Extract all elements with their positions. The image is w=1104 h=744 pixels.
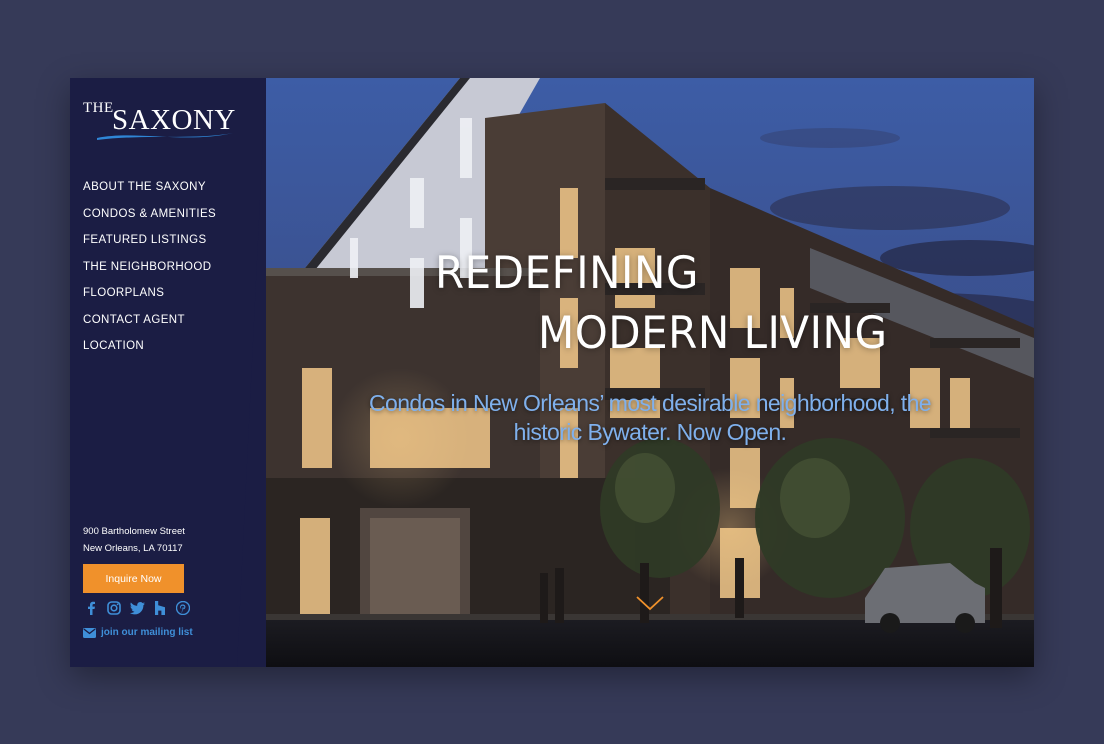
main-nav: ABOUT THE SAXONY CONDOS & AMENITIES FEAT… bbox=[83, 180, 216, 366]
pinterest-icon[interactable] bbox=[175, 600, 191, 616]
twitter-icon[interactable] bbox=[129, 600, 145, 616]
sidebar-edge bbox=[220, 78, 266, 667]
address: 900 Bartholomew Street New Orleans, LA 7… bbox=[83, 523, 185, 557]
hero-subheadline: Condos in New Orleans’ most desirable ne… bbox=[369, 390, 932, 445]
address-line-1: 900 Bartholomew Street bbox=[83, 526, 185, 537]
logo[interactable]: THE SAXONY bbox=[83, 100, 243, 144]
site-frame: THE SAXONY ABOUT THE SAXONY CONDOS & AME… bbox=[70, 78, 1034, 667]
hero-headline-line-1: REDEFINING bbox=[435, 246, 699, 299]
nav-item-condos-amenities[interactable]: CONDOS & AMENITIES bbox=[83, 207, 216, 234]
nav-item-about[interactable]: ABOUT THE SAXONY bbox=[83, 180, 216, 207]
nav-item-neighborhood[interactable]: THE NEIGHBORHOOD bbox=[83, 260, 216, 287]
envelope-icon bbox=[83, 627, 96, 638]
instagram-icon[interactable] bbox=[106, 600, 122, 616]
houzz-icon[interactable] bbox=[152, 600, 168, 616]
inquire-now-button[interactable]: Inquire Now bbox=[83, 564, 184, 593]
scroll-down-chevron-icon[interactable] bbox=[635, 595, 665, 611]
logo-wave-icon bbox=[97, 133, 233, 140]
facebook-icon[interactable] bbox=[83, 600, 99, 616]
hero-headline-line-2: MODERN LIVING bbox=[538, 306, 888, 359]
nav-item-contact-agent[interactable]: CONTACT AGENT bbox=[83, 313, 216, 340]
mailing-list-label: join our mailing list bbox=[101, 627, 193, 638]
nav-item-floorplans[interactable]: FLOORPLANS bbox=[83, 286, 216, 313]
social-links bbox=[83, 600, 191, 616]
nav-item-featured-listings[interactable]: FEATURED LISTINGS bbox=[83, 233, 216, 260]
mailing-list-link[interactable]: join our mailing list bbox=[83, 627, 193, 638]
nav-item-location[interactable]: LOCATION bbox=[83, 339, 216, 366]
address-line-2: New Orleans, LA 70117 bbox=[83, 543, 183, 554]
logo-small-text: THE bbox=[83, 100, 114, 116]
